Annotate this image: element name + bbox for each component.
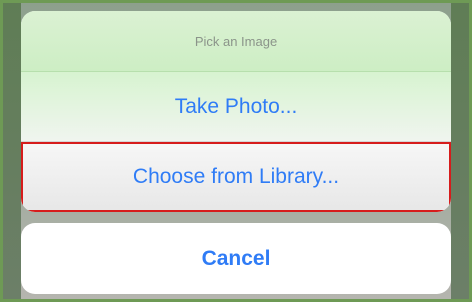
cancel-button[interactable]: Cancel — [21, 223, 451, 294]
background-right — [451, 3, 469, 299]
screenshot-frame: Pick an Image Take Photo... Choose from … — [3, 3, 469, 299]
background-left — [3, 3, 21, 299]
choose-from-library-button[interactable]: Choose from Library... — [21, 142, 451, 212]
action-sheet-title: Pick an Image — [21, 11, 451, 72]
take-photo-button[interactable]: Take Photo... — [21, 72, 451, 142]
action-sheet: Pick an Image Take Photo... Choose from … — [21, 11, 451, 212]
